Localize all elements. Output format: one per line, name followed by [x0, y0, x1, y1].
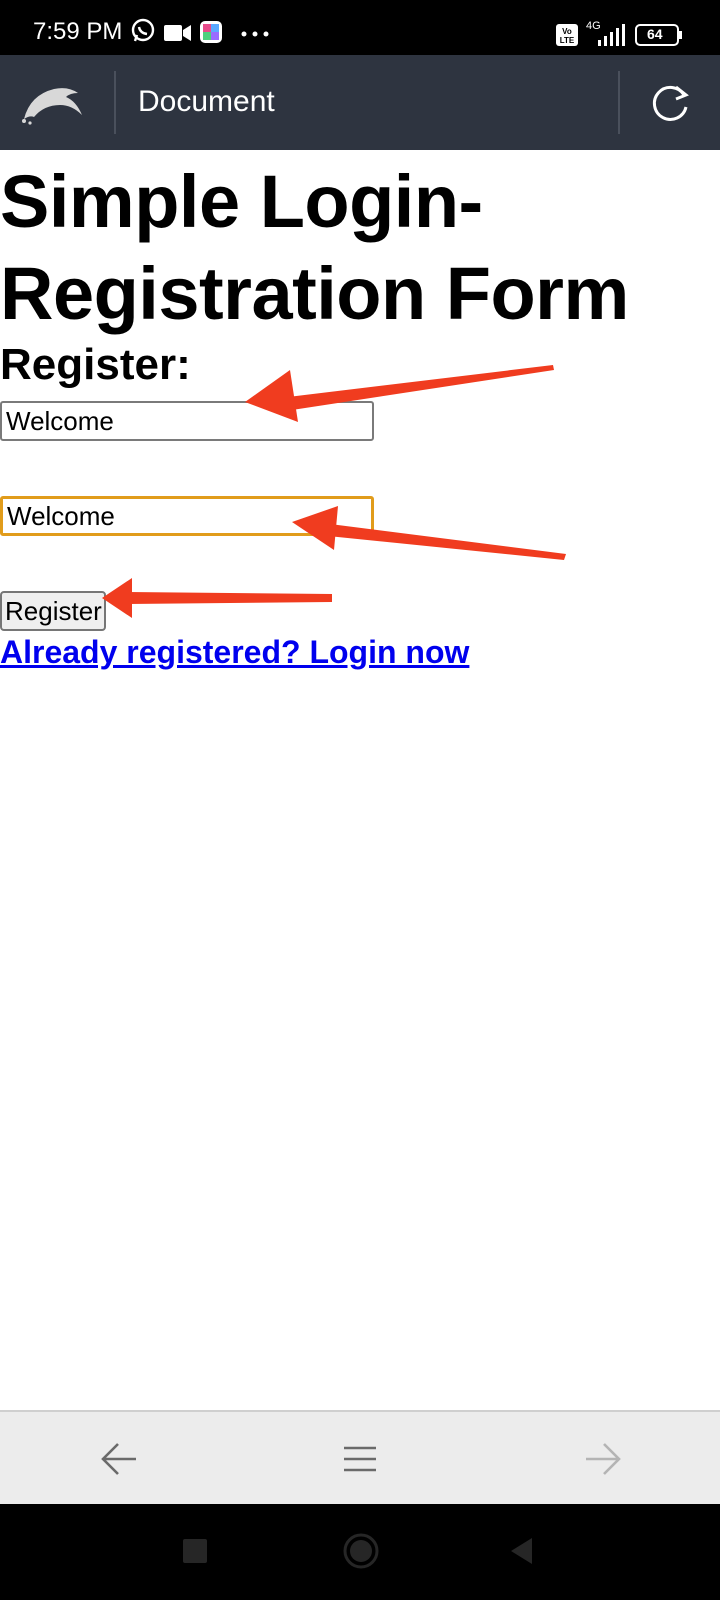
app-icon: [200, 21, 222, 43]
svg-text:LTE: LTE: [560, 36, 575, 45]
web-content: Simple Login-Registration Form Register:…: [0, 150, 720, 1410]
back-arrow-icon[interactable]: [96, 1434, 146, 1484]
login-link[interactable]: Already registered? Login now: [0, 634, 469, 671]
document-title: Document: [138, 85, 275, 118]
svg-text:Vo: Vo: [562, 27, 572, 36]
menu-icon[interactable]: [335, 1434, 385, 1484]
android-nav-bar: [0, 1504, 720, 1600]
battery-level: 64: [647, 26, 663, 42]
status-bar: 7:59 PM Vo LTE 4G 64: [0, 0, 720, 55]
page-title: Simple Login-Registration Form: [0, 160, 629, 335]
video-camera-icon: [164, 25, 191, 41]
home-circle-icon[interactable]: [342, 1532, 380, 1570]
whatsapp-icon: [131, 18, 155, 42]
toolbar-divider: [114, 71, 116, 134]
password-input[interactable]: [0, 496, 374, 536]
register-button[interactable]: Register: [0, 591, 106, 631]
dolphin-logo-icon[interactable]: [20, 79, 86, 125]
volte-icon: Vo LTE: [556, 24, 578, 46]
section-heading: Register:: [0, 340, 191, 389]
browser-toolbar: Document: [0, 55, 720, 150]
status-time: 7:59 PM: [33, 18, 123, 45]
toolbar-divider: [618, 71, 620, 134]
signal-icon: [598, 24, 625, 46]
browser-bottom-nav: [0, 1410, 720, 1504]
username-input[interactable]: [0, 401, 374, 441]
back-triangle-icon[interactable]: [508, 1536, 534, 1566]
forward-arrow-icon[interactable]: [576, 1434, 626, 1484]
refresh-icon[interactable]: [648, 81, 692, 125]
more-dots-icon: [241, 31, 269, 37]
recents-square-icon[interactable]: [182, 1538, 208, 1564]
